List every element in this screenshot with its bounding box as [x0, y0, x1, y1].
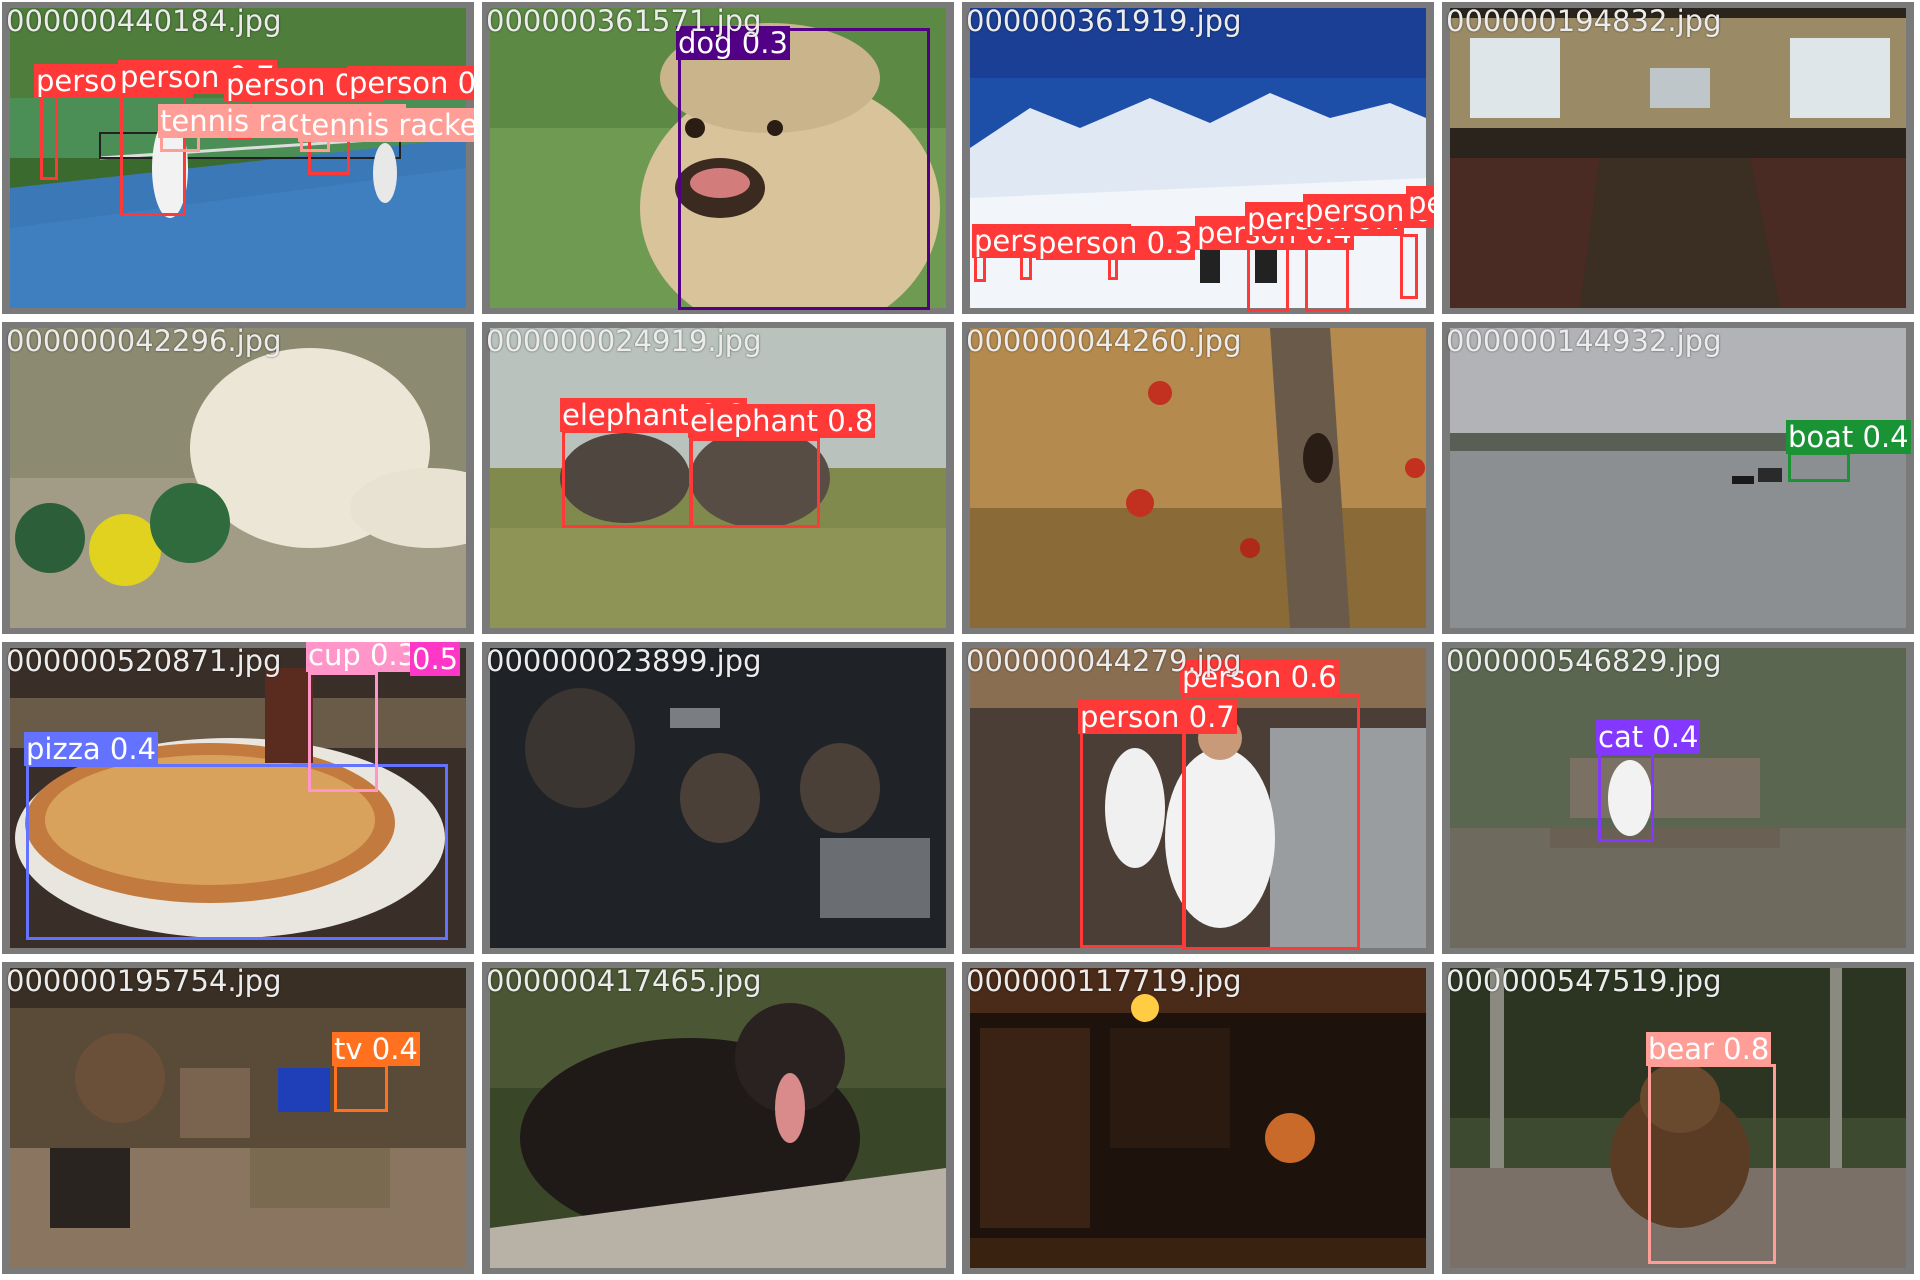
detection-box [690, 438, 820, 528]
image-tile-15: 000000117719.jpg [962, 962, 1434, 1274]
bus-interior-photo [1450, 8, 1906, 308]
living-room-scene [10, 968, 466, 1268]
detection-label: bear 0.8 [1646, 1032, 1772, 1066]
image-filename: 000000546829.jpg [1446, 644, 1722, 678]
snow-mountain-scene [970, 8, 1426, 308]
detection-box [678, 28, 930, 310]
detection-box [1788, 452, 1850, 482]
image-tile-7: 000000044260.jpg [962, 322, 1434, 634]
tennis-scene [10, 8, 466, 308]
detection-label: cat 0.4 [1596, 720, 1701, 754]
bench-scene [1450, 648, 1906, 948]
detection-label: cup 0.3 [306, 642, 419, 672]
detection-box [308, 672, 378, 792]
image-filename: 000000520871.jpg [6, 644, 282, 678]
image-filename: 000000044279.jpg [966, 644, 1242, 678]
image-tile-8: boat 0.4 000000144932.jpg [1442, 322, 1914, 634]
image-tile-16: bear 0.8 000000547519.jpg [1442, 962, 1914, 1274]
detection-box [562, 430, 692, 528]
image-tile-14: 000000417465.jpg [482, 962, 954, 1274]
detection-box [40, 92, 58, 180]
tennis-court-photo [10, 8, 466, 308]
living-room-photo [10, 968, 466, 1268]
detection-label: tennis racket 0.4 [298, 108, 474, 142]
polar-bear-scene [10, 328, 466, 628]
image-filename: 000000195754.jpg [6, 964, 282, 998]
apple-tree-scene [970, 328, 1426, 628]
image-filename: 000000042296.jpg [6, 324, 282, 358]
bar-photo [970, 968, 1426, 1268]
image-filename: 000000417465.jpg [486, 964, 762, 998]
detection-label: person 0.3 [1036, 226, 1195, 260]
bus-interior-scene [1450, 8, 1906, 308]
detection-label: pizza 0.4 [24, 732, 159, 766]
detection-label: tv 0.4 [332, 1032, 420, 1066]
image-filename: 000000117719.jpg [966, 964, 1242, 998]
detection-box [334, 1064, 388, 1112]
sun-bear-scene [490, 968, 946, 1268]
dark-room-photo [490, 648, 946, 948]
mountain-photo [970, 8, 1426, 308]
image-tile-11: person 0.6 person 0.7 000000044279.jpg [962, 642, 1434, 954]
image-filename: 000000547519.jpg [1446, 964, 1722, 998]
detection-box [1080, 714, 1186, 948]
detection-label: elephant 0.8 [688, 404, 876, 438]
image-tile-6: elephant 0.8 elephant 0.8 000000024919.j… [482, 322, 954, 634]
image-filename: 000000361919.jpg [966, 4, 1242, 38]
image-tile-2: dog 0.3 000000361571.jpg [482, 2, 954, 314]
image-tile-10: 000000023899.jpg [482, 642, 954, 954]
bar-scene [970, 968, 1426, 1268]
detection-label: person 0.8 [347, 66, 474, 100]
image-filename: 000000023899.jpg [486, 644, 762, 678]
image-filename: 000000361571.jpg [486, 4, 762, 38]
image-filename: 000000044260.jpg [966, 324, 1242, 358]
image-tile-12: cat 0.4 000000546829.jpg [1442, 642, 1914, 954]
bench-cat-photo [1450, 648, 1906, 948]
image-tile-9: pizza 0.4 cup 0.3 0.5 000000520871.jpg [2, 642, 474, 954]
detection-box [1648, 1064, 1776, 1264]
image-filename: 000000440184.jpg [6, 4, 282, 38]
detection-label: 0.5 [410, 642, 461, 676]
image-tile-13: tv 0.4 000000195754.jpg [2, 962, 474, 1274]
sun-bear-photo [490, 968, 946, 1268]
image-tile-1: person 0.7 person 0.7 person 0.7 person … [2, 2, 474, 314]
detection-box [1598, 752, 1654, 842]
gaming-room-scene [490, 648, 946, 948]
image-filename: 000000194832.jpg [1446, 4, 1722, 38]
polar-bear-photo [10, 328, 466, 628]
image-filename: 000000024919.jpg [486, 324, 762, 358]
image-tile-4: 000000194832.jpg [1442, 2, 1914, 314]
detection-label: boat 0.4 [1786, 420, 1911, 454]
image-filename: 000000144932.jpg [1446, 324, 1722, 358]
image-tile-3: person 0.3 person 0.3 person 0.4 person … [962, 2, 1434, 314]
image-tile-5: 000000042296.jpg [2, 322, 474, 634]
detection-label: person 0.7 [1406, 186, 1434, 220]
apple-tree-photo [970, 328, 1426, 628]
detection-box [26, 764, 448, 940]
detection-label: person 0.7 [1078, 700, 1237, 734]
detection-box [1400, 234, 1418, 299]
